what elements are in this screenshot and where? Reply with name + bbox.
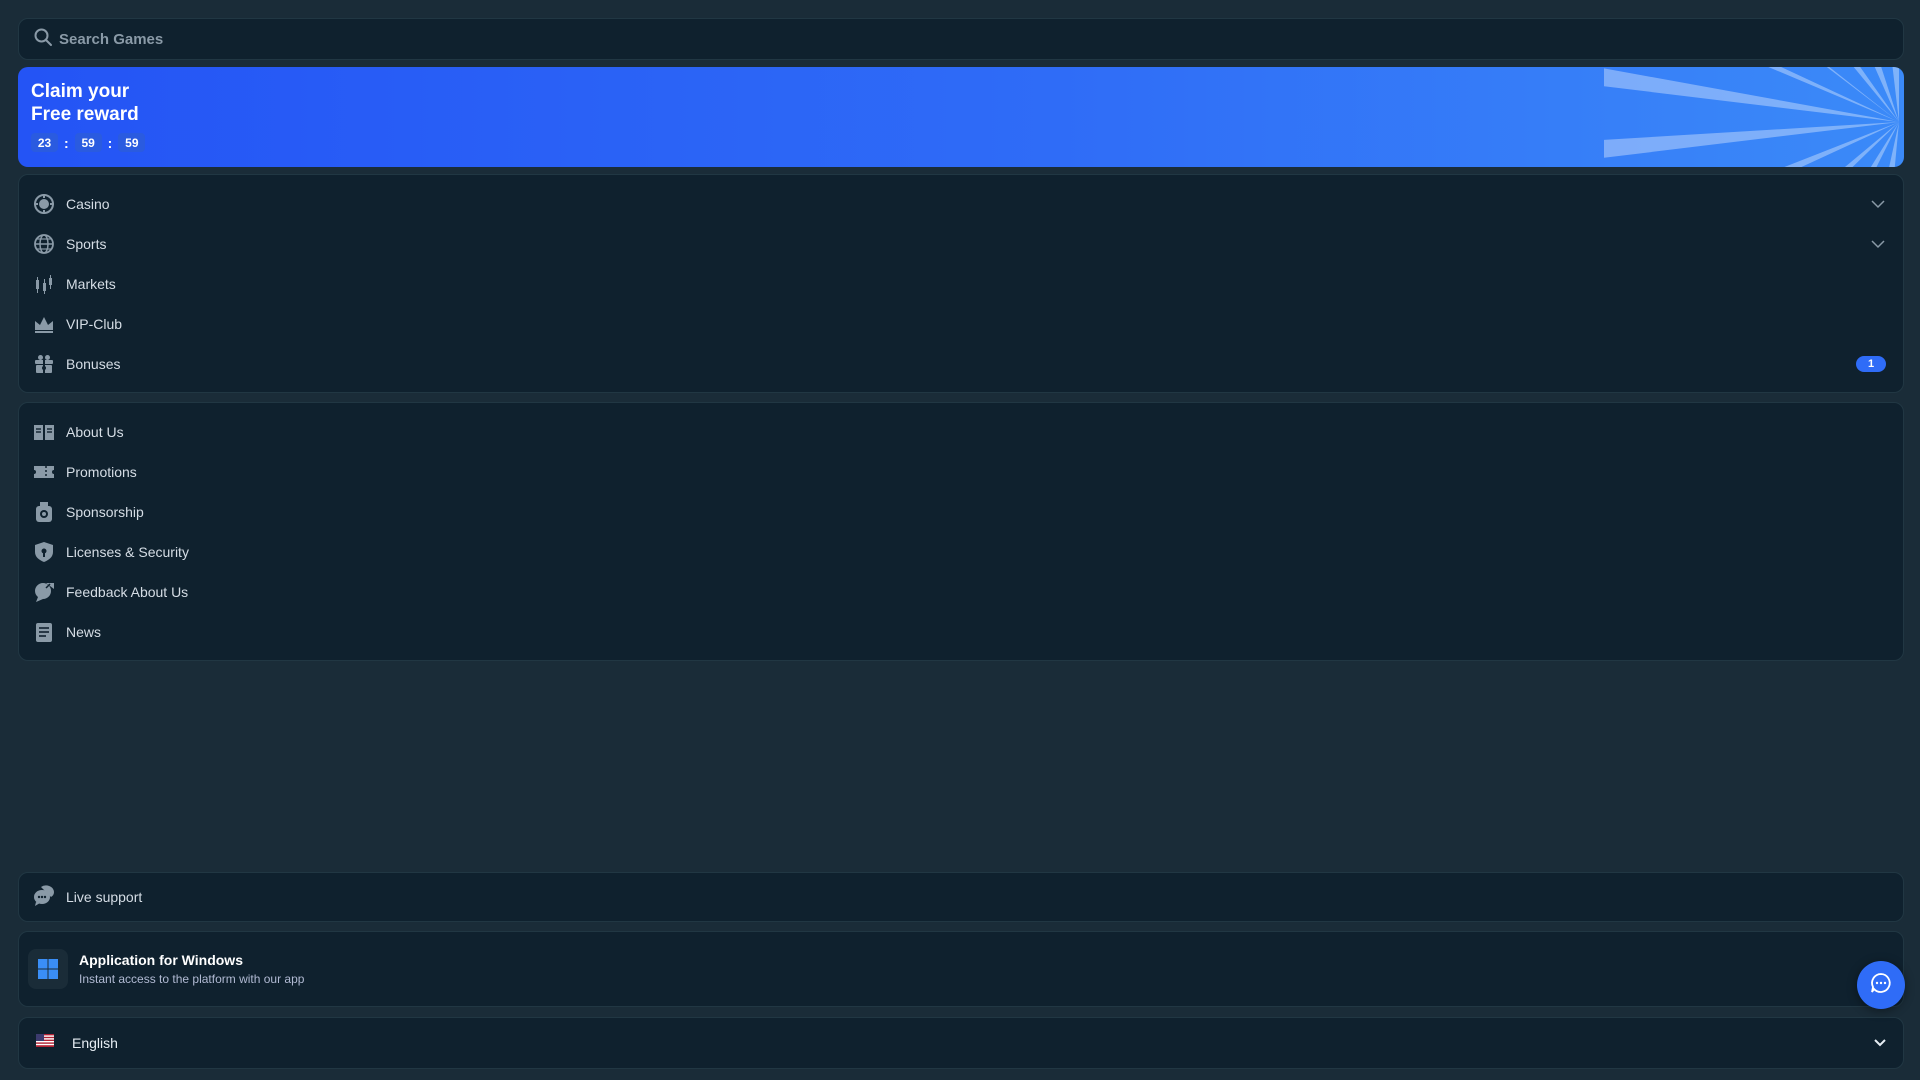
timer-minutes: 59 xyxy=(74,133,102,152)
chevron-down-icon[interactable] xyxy=(1870,239,1886,249)
nav-item-label: Licenses & Security xyxy=(66,544,189,560)
ticket-icon xyxy=(33,461,55,483)
nav-item-promotions[interactable]: Promotions xyxy=(19,452,1903,492)
globe-icon xyxy=(33,233,55,255)
nav-item-label: Casino xyxy=(66,196,110,212)
live-support-label: Live support xyxy=(66,889,143,905)
nav-item-markets[interactable]: Markets xyxy=(19,264,1903,304)
chat-bubbles-icon xyxy=(33,884,55,911)
search-icon xyxy=(33,27,53,52)
nav-item-licenses-security[interactable]: Licenses & Security xyxy=(19,532,1903,572)
newspaper-icon xyxy=(33,621,55,643)
bonuses-count-badge: 1 xyxy=(1856,356,1886,372)
nav-item-label: About Us xyxy=(66,424,124,440)
chevron-down-icon[interactable] xyxy=(1873,1034,1887,1052)
feedback-icon xyxy=(33,581,55,603)
language-label: English xyxy=(72,1035,118,1051)
windows-app-promo[interactable]: Application for Windows Instant access t… xyxy=(18,931,1904,1007)
gift-icon xyxy=(33,353,55,375)
nav-item-label: Bonuses xyxy=(66,356,121,372)
nav-item-label: Feedback About Us xyxy=(66,584,189,600)
crown-icon xyxy=(33,313,55,335)
nav-item-feedback[interactable]: Feedback About Us xyxy=(19,572,1903,612)
candlestick-icon xyxy=(33,273,55,295)
nav-item-bonuses[interactable]: Bonuses 1 xyxy=(19,344,1903,384)
nav-item-label: VIP-Club xyxy=(66,316,123,332)
info-nav: About Us Promotions Sponsorship Licenses… xyxy=(18,402,1904,661)
nav-item-label: News xyxy=(66,624,102,640)
nav-item-label: Sports xyxy=(66,236,107,252)
book-icon xyxy=(33,421,55,443)
chevron-down-icon[interactable] xyxy=(1870,199,1886,209)
nav-item-about-us[interactable]: About Us xyxy=(19,412,1903,452)
nav-item-label: Sponsorship xyxy=(66,504,144,520)
casino-chip-icon xyxy=(33,193,55,215)
main-nav: Casino Sports Markets VIP-Club Bonuses 1 xyxy=(18,174,1904,393)
nav-item-label: Promotions xyxy=(66,464,137,480)
search-bar[interactable] xyxy=(18,18,1904,60)
nav-item-vip-club[interactable]: VIP-Club xyxy=(19,304,1903,344)
timer-hours: 23 xyxy=(31,133,58,152)
timer-separator: : xyxy=(107,134,113,151)
nav-item-sponsorship[interactable]: Sponsorship xyxy=(19,492,1903,532)
nav-item-casino[interactable]: Casino xyxy=(19,184,1903,224)
chat-fab-button[interactable] xyxy=(1857,961,1905,1009)
free-reward-banner[interactable]: Claim your Free reward 23 : 59 : 59 xyxy=(18,67,1904,167)
timer-separator: : xyxy=(64,134,69,151)
banner-title: Claim your Free reward xyxy=(31,81,139,125)
language-selector[interactable]: English xyxy=(18,1017,1904,1069)
timer-seconds: 59 xyxy=(118,133,146,152)
app-promo-subtitle: Instant access to the platform with our … xyxy=(79,972,305,986)
live-support-button[interactable]: Live support xyxy=(18,872,1904,922)
us-flag-icon xyxy=(36,1034,54,1052)
shield-icon xyxy=(33,541,55,563)
app-promo-title: Application for Windows xyxy=(79,952,243,968)
nav-item-news[interactable]: News xyxy=(19,612,1903,652)
sunburst-decoration xyxy=(1604,67,1899,167)
chat-icon xyxy=(1869,971,1893,1000)
windows-icon xyxy=(28,949,68,989)
search-input[interactable] xyxy=(59,30,1903,48)
nav-item-label: Markets xyxy=(66,276,116,292)
medal-icon xyxy=(33,501,55,523)
countdown-timer: 23 : 59 : 59 xyxy=(31,133,146,152)
nav-item-sports[interactable]: Sports xyxy=(19,224,1903,264)
